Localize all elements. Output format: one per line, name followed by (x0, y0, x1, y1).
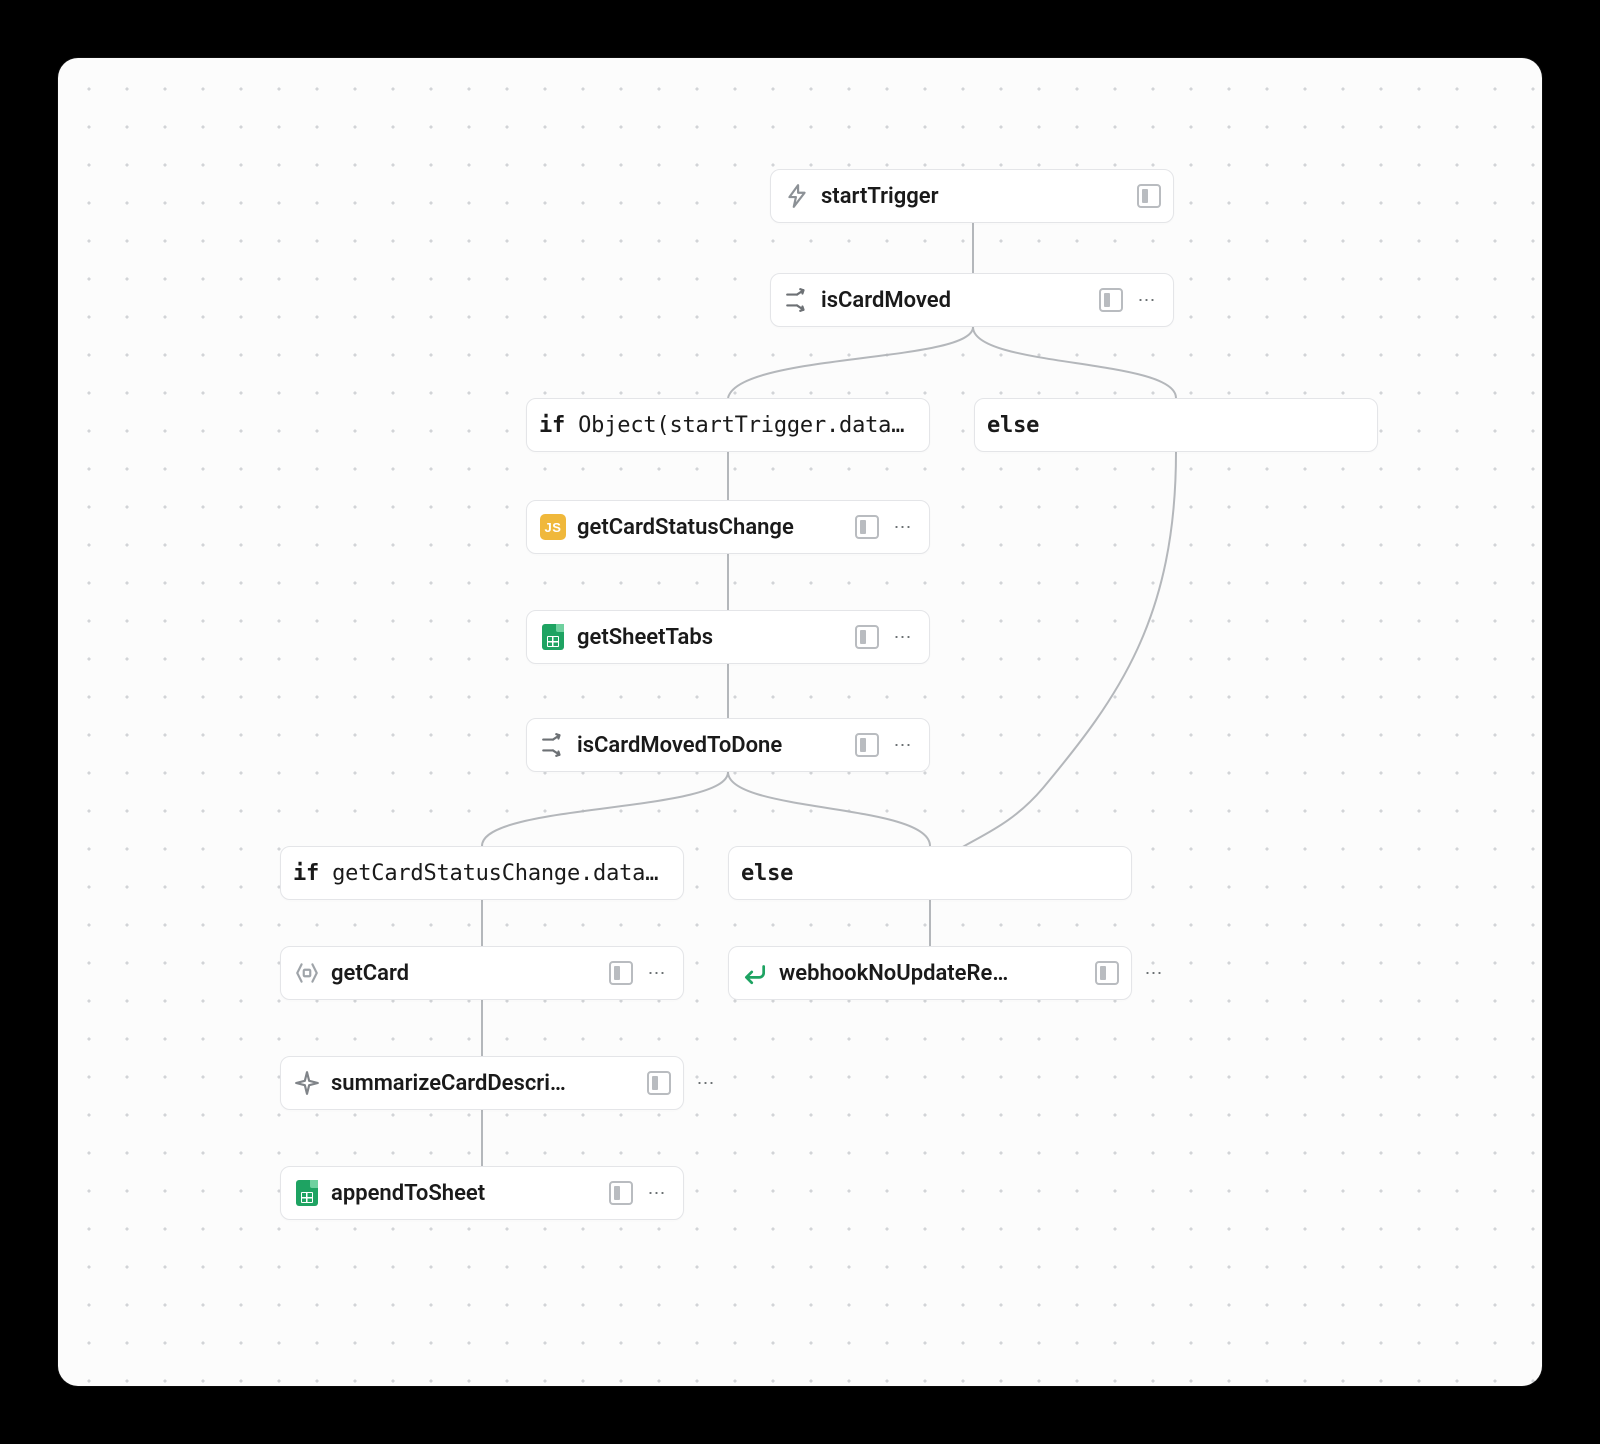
node-label: getSheetTabs (577, 625, 845, 650)
panel-toggle-icon[interactable] (855, 625, 879, 649)
more-button[interactable]: ⋯ (643, 1179, 671, 1207)
panel-toggle-icon[interactable] (1137, 184, 1161, 208)
node-label: getCardStatusChange (577, 515, 845, 540)
node-get-card[interactable]: getCard ⋯ (280, 946, 684, 1000)
node-label: getCard (331, 961, 599, 986)
node-is-card-moved-to-done[interactable]: isCardMovedToDone ⋯ (526, 718, 930, 772)
api-icon (293, 959, 321, 987)
node-label: isCardMoved (821, 288, 1089, 313)
node-label: appendToSheet (331, 1181, 599, 1206)
more-button[interactable]: ⋯ (643, 959, 671, 987)
js-icon: JS (539, 513, 567, 541)
node-start-trigger[interactable]: startTrigger (770, 169, 1174, 223)
sparkle-icon (293, 1069, 321, 1097)
return-icon (741, 959, 769, 987)
node-label: webhookNoUpdateRe… (779, 961, 1085, 986)
more-button[interactable]: ⋯ (1140, 959, 1168, 987)
node-append-to-sheet[interactable]: appendToSheet ⋯ (280, 1166, 684, 1220)
branch-icon (783, 286, 811, 314)
condition-if-start-trigger[interactable]: if Object(startTrigger.data… (526, 398, 930, 452)
panel-toggle-icon[interactable] (1095, 961, 1119, 985)
node-webhook-no-update[interactable]: webhookNoUpdateRe… (728, 946, 1132, 1000)
panel-toggle-icon[interactable] (855, 515, 879, 539)
condition-else-2[interactable]: else (728, 846, 1132, 900)
more-button[interactable]: ⋯ (1133, 286, 1161, 314)
panel-toggle-icon[interactable] (609, 961, 633, 985)
sheets-icon (293, 1179, 321, 1207)
panel-toggle-icon[interactable] (609, 1181, 633, 1205)
node-is-card-moved[interactable]: isCardMoved ⋯ (770, 273, 1174, 327)
panel-toggle-icon[interactable] (1099, 288, 1123, 312)
more-button[interactable]: ⋯ (692, 1069, 720, 1097)
more-button[interactable]: ⋯ (889, 731, 917, 759)
condition-else-1[interactable]: else (974, 398, 1378, 452)
sheets-icon (539, 623, 567, 651)
node-summarize-card-description[interactable]: summarizeCardDescri… (280, 1056, 684, 1110)
lightning-icon (783, 182, 811, 210)
node-get-card-status-change[interactable]: JS getCardStatusChange ⋯ (526, 500, 930, 554)
branch-icon (539, 731, 567, 759)
workflow-canvas[interactable]: startTrigger isCardMoved ⋯ if Object(sta… (58, 58, 1542, 1386)
node-label: isCardMovedToDone (577, 733, 845, 758)
more-button[interactable]: ⋯ (889, 623, 917, 651)
node-label: summarizeCardDescri… (331, 1071, 637, 1096)
condition-if-status-change[interactable]: if getCardStatusChange.data… (280, 846, 684, 900)
node-get-sheet-tabs[interactable]: getSheetTabs ⋯ (526, 610, 930, 664)
panel-toggle-icon[interactable] (647, 1071, 671, 1095)
node-label: startTrigger (821, 184, 1127, 209)
panel-toggle-icon[interactable] (855, 733, 879, 757)
more-button[interactable]: ⋯ (889, 513, 917, 541)
